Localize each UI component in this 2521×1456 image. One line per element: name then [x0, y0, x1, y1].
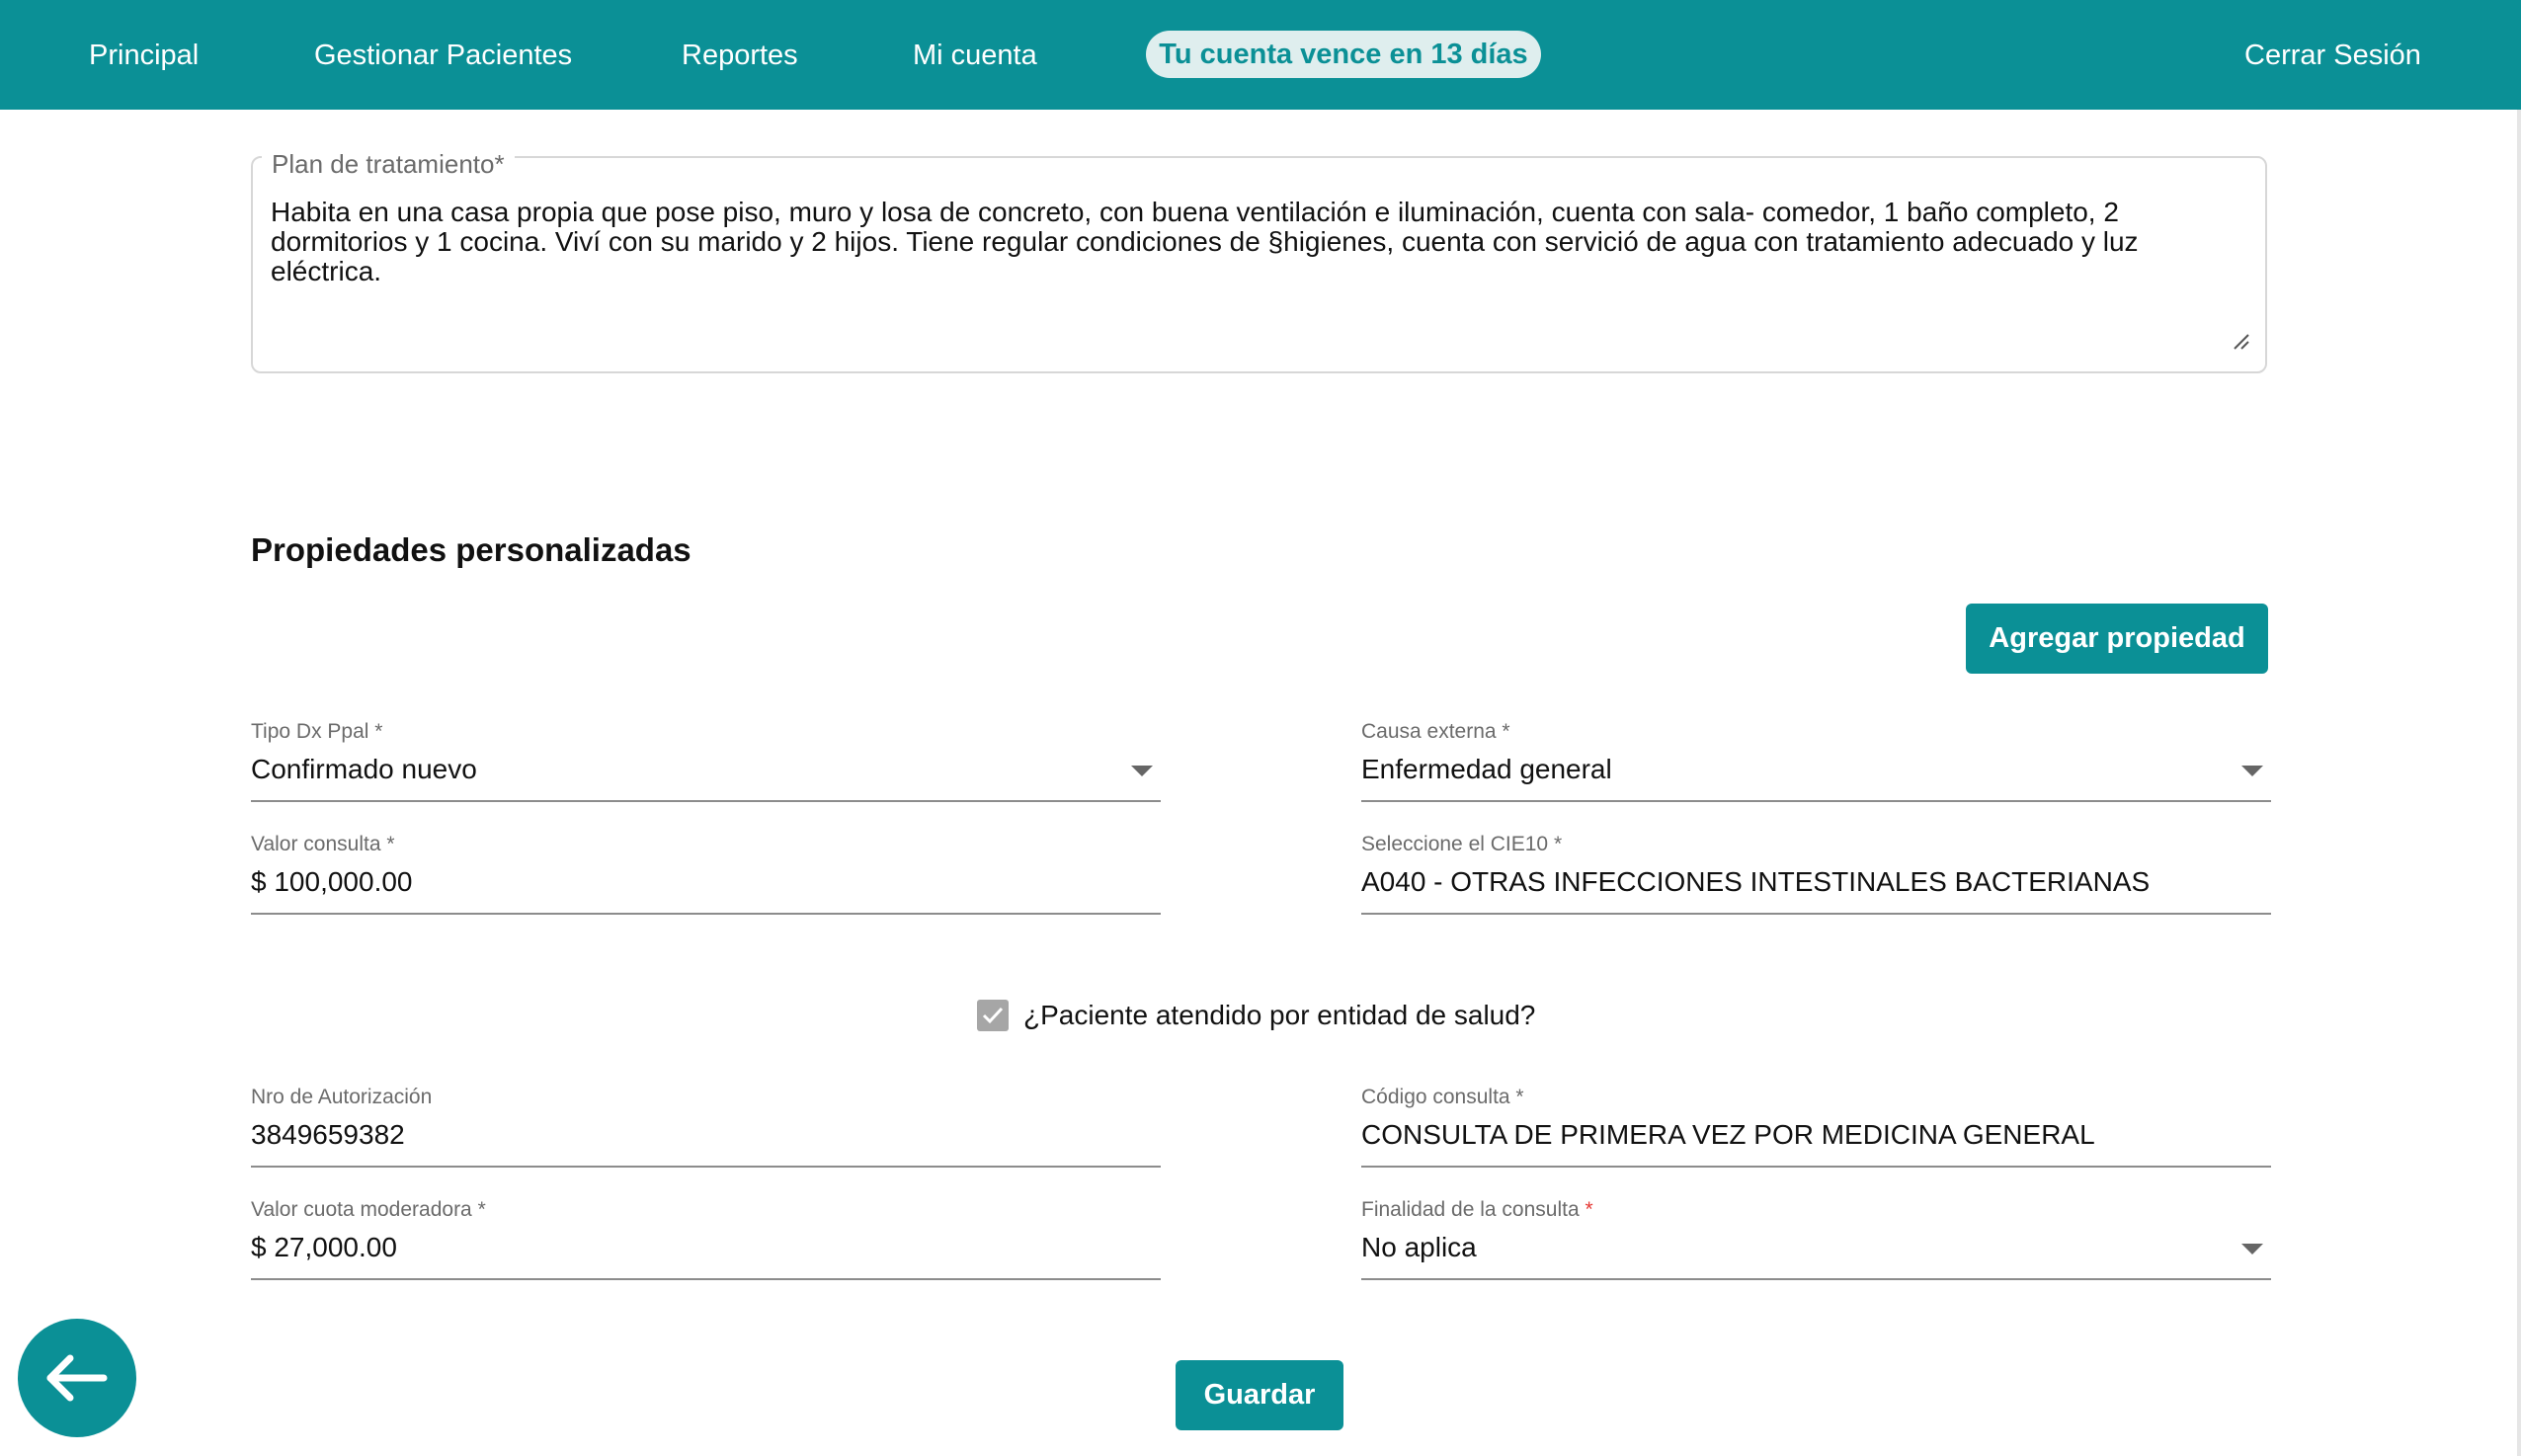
causa-externa-label: Causa externa * — [1361, 720, 1510, 743]
add-property-button[interactable]: Agregar propiedad — [1966, 604, 2268, 674]
cuota-moderadora-field[interactable]: Valor cuota moderadora * $ 27,000.00 — [251, 1197, 1161, 1288]
scrollbar-track[interactable] — [2517, 110, 2521, 1456]
dropdown-arrow-icon[interactable] — [2241, 1244, 2263, 1254]
finalidad-label-text: Finalidad de la consulta — [1361, 1198, 1580, 1221]
underline — [1361, 800, 2271, 802]
entidad-salud-label[interactable]: ¿Paciente atendido por entidad de salud? — [1023, 999, 1535, 1032]
nav-mi-cuenta[interactable]: Mi cuenta — [913, 36, 1037, 75]
entidad-salud-checkbox[interactable] — [977, 1000, 1009, 1031]
dropdown-arrow-icon[interactable] — [1131, 766, 1153, 776]
treatment-plan-text[interactable]: Habita en una casa propia que pose piso,… — [271, 198, 2246, 286]
checkmark-icon — [982, 1007, 1004, 1024]
nro-autorizacion-value[interactable]: 3849659382 — [251, 1118, 405, 1152]
account-expiry-badge[interactable]: Tu cuenta vence en 13 días — [1146, 31, 1541, 78]
underline — [251, 800, 1161, 802]
cuota-moderadora-label: Valor cuota moderadora * — [251, 1198, 486, 1221]
underline — [1361, 1278, 2271, 1280]
tipo-dx-select[interactable]: Tipo Dx Ppal * Confirmado nuevo — [251, 719, 1161, 810]
cuota-moderadora-value[interactable]: $ 27,000.00 — [251, 1231, 397, 1264]
cie10-label: Seleccione el CIE10 * — [1361, 833, 1563, 855]
resize-handle-icon[interactable] — [2231, 331, 2250, 351]
finalidad-consulta-label: Finalidad de la consulta * — [1361, 1197, 1593, 1223]
valor-consulta-value[interactable]: $ 100,000.00 — [251, 865, 413, 899]
back-button[interactable] — [18, 1319, 136, 1437]
nav-gestionar-pacientes[interactable]: Gestionar Pacientes — [314, 36, 572, 75]
custom-properties-title: Propiedades personalizadas — [251, 531, 691, 568]
logout-link[interactable]: Cerrar Sesión — [2244, 36, 2421, 75]
cie10-field[interactable]: Seleccione el CIE10 * A040 - OTRAS INFEC… — [1361, 832, 2271, 923]
underline — [1361, 1166, 2271, 1168]
codigo-consulta-label: Código consulta * — [1361, 1086, 1524, 1108]
nro-autorizacion-label: Nro de Autorización — [251, 1086, 433, 1108]
cie10-value[interactable]: A040 - OTRAS INFECCIONES INTESTINALES BA… — [1361, 865, 2150, 899]
underline — [251, 1166, 1161, 1168]
codigo-consulta-field[interactable]: Código consulta * CONSULTA DE PRIMERA VE… — [1361, 1085, 2271, 1175]
nav-reportes[interactable]: Reportes — [682, 36, 798, 75]
top-navbar: Principal Gestionar Pacientes Reportes M… — [0, 0, 2521, 110]
causa-externa-select[interactable]: Causa externa * Enfermedad general — [1361, 719, 2271, 810]
dropdown-arrow-icon[interactable] — [2241, 766, 2263, 776]
required-asterisk: * — [1585, 1198, 1593, 1221]
treatment-plan-label: Plan de tratamiento* — [262, 148, 515, 180]
valor-consulta-field[interactable]: Valor consulta * $ 100,000.00 — [251, 832, 1161, 923]
save-button[interactable]: Guardar — [1176, 1360, 1343, 1430]
nro-autorizacion-field[interactable]: Nro de Autorización 3849659382 — [251, 1085, 1161, 1175]
finalidad-consulta-value[interactable]: No aplica — [1361, 1231, 1477, 1264]
valor-consulta-label: Valor consulta * — [251, 833, 395, 855]
tipo-dx-value[interactable]: Confirmado nuevo — [251, 753, 477, 786]
nav-principal[interactable]: Principal — [89, 36, 199, 75]
underline — [251, 913, 1161, 915]
arrow-left-icon — [46, 1354, 108, 1402]
underline — [1361, 913, 2271, 915]
underline — [251, 1278, 1161, 1280]
finalidad-consulta-select[interactable]: Finalidad de la consulta * No aplica — [1361, 1197, 2271, 1288]
causa-externa-value[interactable]: Enfermedad general — [1361, 753, 1612, 786]
codigo-consulta-value[interactable]: CONSULTA DE PRIMERA VEZ POR MEDICINA GEN… — [1361, 1118, 2095, 1152]
tipo-dx-label: Tipo Dx Ppal * — [251, 720, 383, 743]
